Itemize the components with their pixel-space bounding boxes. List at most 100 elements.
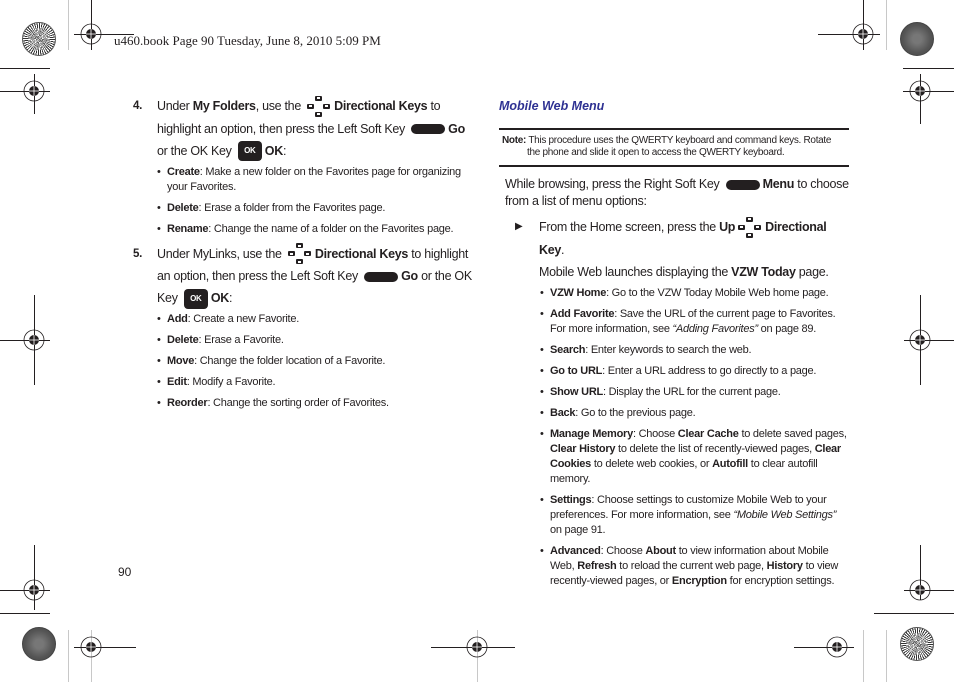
ok-key-icon: OK <box>183 289 208 310</box>
option-desc: : Display the URL for the current page. <box>603 385 781 398</box>
registration-target-icon <box>23 579 45 601</box>
menu-options: VZW Home: Go to the VZW Today Mobile Web… <box>499 286 849 589</box>
crop-line <box>0 68 50 69</box>
left-soft-key-icon <box>411 124 446 135</box>
option-desc: : Make a new folder on the Favorites pag… <box>167 165 461 193</box>
crop-line <box>863 630 864 682</box>
step-text: : <box>228 291 233 306</box>
list-item: Move: Change the folder location of a Fa… <box>157 354 473 369</box>
list-item: Delete: Erase a Favorite. <box>157 333 473 348</box>
registration-target-icon <box>909 80 931 102</box>
option-term: VZW Home <box>550 286 607 299</box>
option-term: Rename <box>167 222 209 235</box>
crop-line <box>68 0 69 50</box>
option-term: Edit <box>167 376 187 389</box>
option-desc: on page 89. <box>757 322 817 335</box>
step-text: : <box>282 143 287 158</box>
list-item: VZW Home: Go to the VZW Today Mobile Web… <box>540 286 849 301</box>
step-4-options: Create: Make a new folder on the Favorit… <box>133 165 473 237</box>
option-desc: : Change the sorting order of Favorites. <box>207 397 389 410</box>
option-desc: : Erase a folder from the Favorites page… <box>198 201 386 214</box>
list-item: Advanced: Choose About to view informati… <box>540 544 849 589</box>
arrow-right-icon: ▶ <box>515 221 523 232</box>
crop-line <box>874 613 954 614</box>
option-desc: to delete web cookies, or <box>591 457 713 470</box>
option-desc: for encryption settings. <box>726 574 835 587</box>
option-term: Delete <box>167 201 199 214</box>
option-term: Add <box>167 313 188 326</box>
step-number: 5. <box>133 247 142 260</box>
registration-target-icon <box>909 579 931 601</box>
right-soft-key-icon <box>725 179 760 190</box>
section-title: Mobile Web Menu <box>499 99 605 113</box>
option-term: Create <box>167 165 200 178</box>
option-desc: : Choose <box>632 427 678 440</box>
option-term: Move <box>167 355 195 368</box>
list-item: Edit: Modify a Favorite. <box>157 375 473 390</box>
option-term: Back <box>550 406 576 419</box>
registration-target-icon <box>80 23 102 45</box>
step-term: Go <box>401 269 418 284</box>
option-subterm: About <box>645 544 676 557</box>
option-term: Manage Memory <box>550 427 633 440</box>
note-text: the phone and slide it open to access th… <box>527 147 785 158</box>
option-subterm: Autofill <box>712 457 748 470</box>
option-desc: : Go to the previous page. <box>575 406 696 419</box>
registration-rosette-icon <box>900 22 934 56</box>
list-item: Show URL: Display the URL for the curren… <box>540 385 849 400</box>
registration-rosette-icon <box>22 22 56 56</box>
option-desc: : Go to the VZW Today Mobile Web home pa… <box>606 286 829 299</box>
option-term: Reorder <box>167 397 208 410</box>
registration-target-icon <box>826 636 848 658</box>
list-item: Settings: Choose settings to customize M… <box>540 493 849 538</box>
option-desc: : Change the folder location of a Favori… <box>194 355 386 368</box>
step-text: page. <box>795 264 829 279</box>
option-subterm: History <box>766 559 803 572</box>
step-text: From the Home screen, press the <box>539 220 720 234</box>
registration-target-icon <box>80 636 102 658</box>
step-term: VZW Today <box>731 264 796 279</box>
option-term: Search <box>550 343 586 356</box>
list-item: Go to URL: Enter a URL address to go dir… <box>540 364 849 379</box>
step-text: Mobile Web launches displaying the <box>539 264 732 279</box>
step-text: Under MyLinks, use the <box>157 246 285 261</box>
step-term: OK <box>210 291 229 306</box>
list-item: Delete: Erase a folder from the Favorite… <box>157 201 473 216</box>
note-label: Note: <box>502 135 527 146</box>
intro-term: Menu <box>762 177 795 191</box>
option-desc: : Enter a URL address to go directly to … <box>602 364 817 377</box>
list-item: Search: Enter keywords to search the web… <box>540 343 849 358</box>
crop-line <box>0 613 50 614</box>
cross-reference-link[interactable]: “Mobile Web Settings” <box>733 509 836 521</box>
step-term: Go <box>448 121 465 136</box>
option-subterm: Refresh <box>577 559 617 572</box>
step-text: or the OK Key <box>157 143 235 158</box>
registration-target-icon <box>852 23 874 45</box>
registration-target-icon <box>466 636 488 658</box>
directional-keys-icon <box>307 95 331 118</box>
registration-rosette-icon <box>900 627 934 661</box>
list-item: Back: Go to the previous page. <box>540 406 849 421</box>
arrow-step: ▶ From the Home screen, press the Up Dire… <box>499 216 849 283</box>
option-desc: on page 91. <box>550 523 606 536</box>
intro-paragraph: While browsing, press the Right Soft Key… <box>499 176 849 210</box>
registration-target-icon <box>909 329 931 351</box>
registration-target-icon <box>23 329 45 351</box>
option-desc: : Choose <box>600 544 646 557</box>
step-5: 5. Under MyLinks, use the Directional Ke… <box>133 243 473 310</box>
crop-line <box>68 630 69 682</box>
step-text: , use the <box>255 99 305 113</box>
registration-target-icon <box>23 80 45 102</box>
option-desc: : Erase a Favorite. <box>198 334 284 347</box>
note-box: Note: This procedure uses the QWERTY key… <box>499 128 849 167</box>
left-column: 4. Under My Folders, use the Directional… <box>133 95 473 417</box>
option-desc: to delete the list of recently-viewed pa… <box>615 442 815 455</box>
step-5-options: Add: Create a new Favorite. Delete: Eras… <box>133 312 473 411</box>
option-term: Settings <box>550 493 592 506</box>
option-term: Add Favorite <box>550 307 615 320</box>
cross-reference-link[interactable]: “Adding Favorites” <box>673 323 759 335</box>
option-subterm: Clear History <box>550 442 616 455</box>
crop-line <box>886 0 887 50</box>
directional-keys-icon <box>287 243 312 265</box>
list-item: Rename: Change the name of a folder on t… <box>157 222 473 237</box>
